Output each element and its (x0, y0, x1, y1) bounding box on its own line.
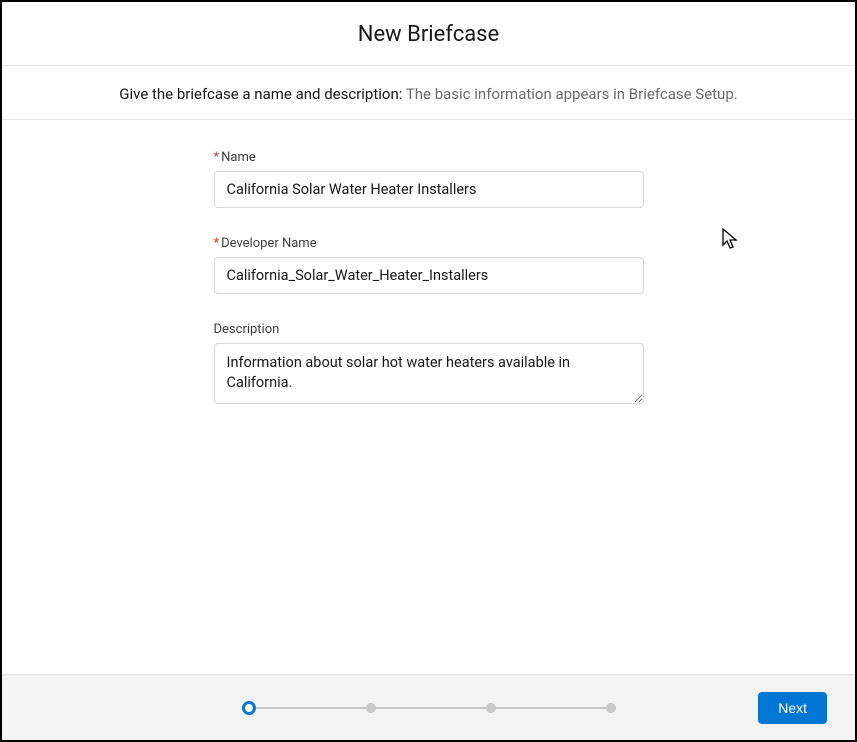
required-marker: * (214, 150, 220, 165)
name-field: *Name (214, 150, 644, 208)
subheader-lead: Give the briefcase a name and descriptio… (119, 85, 406, 103)
description-label: Description (214, 322, 644, 337)
name-input[interactable] (214, 171, 644, 208)
modal-subheader: Give the briefcase a name and descriptio… (2, 66, 855, 120)
step-line (256, 707, 366, 709)
step-2-dot[interactable] (366, 703, 376, 713)
description-textarea[interactable]: Information about solar hot water heater… (214, 343, 644, 404)
modal-title: New Briefcase (2, 22, 855, 47)
modal-content: *Name *Developer Name Description Inform… (2, 120, 855, 674)
developer-name-field: *Developer Name (214, 236, 644, 294)
developer-name-label: *Developer Name (214, 236, 644, 251)
name-label-text: Name (221, 150, 256, 165)
new-briefcase-modal: New Briefcase Give the briefcase a name … (0, 0, 857, 742)
progress-indicator (242, 701, 616, 715)
step-line (496, 707, 606, 709)
step-4-dot[interactable] (606, 703, 616, 713)
description-label-text: Description (214, 322, 280, 337)
description-field: Description Information about solar hot … (214, 322, 644, 408)
developer-name-input[interactable] (214, 257, 644, 294)
developer-name-label-text: Developer Name (221, 236, 317, 251)
next-button[interactable]: Next (758, 692, 827, 724)
modal-header: New Briefcase (2, 2, 855, 66)
modal-footer: Next (2, 674, 855, 740)
step-3-dot[interactable] (486, 703, 496, 713)
subheader-hint: The basic information appears in Briefca… (406, 85, 738, 103)
name-label: *Name (214, 150, 644, 165)
briefcase-form: *Name *Developer Name Description Inform… (214, 150, 644, 436)
step-1-dot[interactable] (242, 701, 256, 715)
step-line (376, 707, 486, 709)
required-marker: * (214, 236, 220, 251)
